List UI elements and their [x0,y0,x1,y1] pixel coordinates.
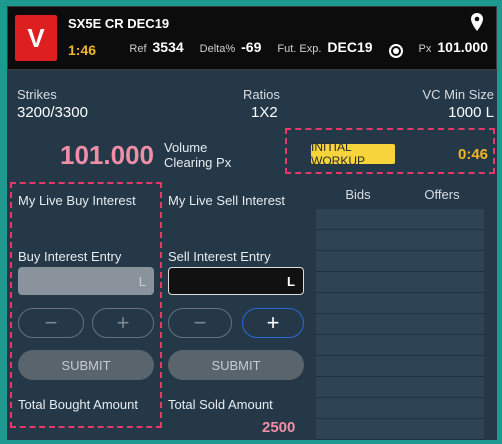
book-row[interactable] [316,419,484,440]
book-row[interactable] [316,314,484,335]
px-label: Px [418,43,432,55]
order-book-rows [316,209,484,440]
order-book-header: Bids Offers [316,187,484,205]
sell-entry-label: Sell Interest Entry [168,249,271,264]
buy-unit: L [138,273,146,289]
total-sold-label: Total Sold Amount [168,397,273,412]
sell-increment-button[interactable]: + [242,308,304,338]
book-row[interactable] [316,272,484,293]
buy-entry-label: Buy Interest Entry [18,249,122,264]
offers-header: Offers [424,187,460,202]
clearing-label-line2: Clearing Px [164,155,232,170]
radio-selected-icon[interactable] [388,44,403,58]
fut-exp-label: Fut. Exp. [277,43,322,55]
workup-countdown: 0:46 [458,146,489,163]
book-row[interactable] [316,209,484,230]
clearing-price-label: Volume Clearing Px [164,140,231,170]
strikes-label: Strikes [17,87,57,102]
sell-interest-title: My Live Sell Interest [168,193,286,208]
buy-submit-button[interactable]: SUBMIT [18,350,154,380]
book-row[interactable] [316,293,484,314]
buy-interest-input[interactable]: L [18,267,154,295]
clearing-label-line1: Volume [164,140,208,155]
sell-unit: L [287,273,295,289]
ref-value: 3534 [152,39,184,55]
total-bought-label: Total Bought Amount [18,397,138,412]
instrument-name: SX5E CR DEC19 [68,16,170,31]
instrument-stats: Ref 3534 Delta% -69 Fut. Exp. DEC19 Px 1… [129,39,488,58]
buy-column-highlight [10,182,162,428]
strikes-value: 3200/3300 [17,104,88,121]
px-value: 101.000 [437,39,488,55]
sell-submit-button[interactable]: SUBMIT [168,350,304,380]
book-row[interactable] [316,398,484,419]
location-pin-icon[interactable] [470,13,484,31]
workup-status-badge: INITIAL WORKUP [311,140,395,168]
delta-value: -69 [241,39,262,55]
vc-min-size-value: 1000 L [448,104,494,121]
bids-header: Bids [345,187,371,202]
fut-exp-value: DEC19 [327,39,373,55]
buy-interest-title: My Live Buy Interest [18,193,136,208]
book-row[interactable] [316,335,484,356]
instrument-header: V SX5E CR DEC19 1:46 Ref 3534 Delta% -69… [7,6,497,70]
delta-label: Delta% [199,43,236,55]
ratios-value: 1X2 [251,104,278,121]
sell-decrement-button[interactable]: − [168,308,232,338]
buy-decrement-button[interactable]: − [18,308,84,338]
total-sold-value: 2500 [262,419,296,436]
book-row[interactable] [316,251,484,272]
book-row[interactable] [316,230,484,251]
venue-badge: V [15,15,57,61]
order-book: Bids Offers [316,187,484,440]
ref-label: Ref [129,43,147,55]
clearing-price: 101.000 [60,140,154,170]
session-timer: 1:46 [68,42,97,58]
ratios-label: Ratios [243,87,280,102]
book-row[interactable] [316,356,484,377]
sell-interest-input[interactable]: L [168,267,304,295]
book-row[interactable] [316,377,484,398]
buy-increment-button[interactable]: + [92,308,154,338]
vc-min-size-label: VC Min Size [422,87,494,102]
